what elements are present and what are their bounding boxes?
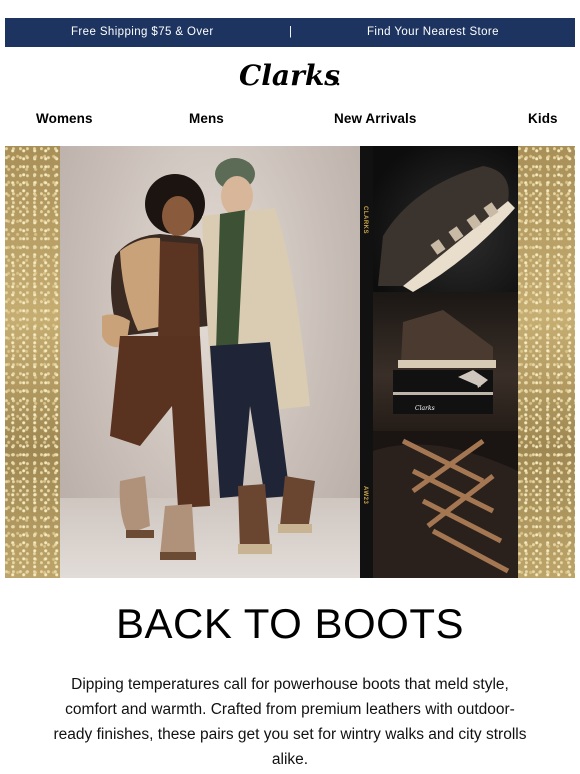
- couple-illustration: [102, 158, 315, 560]
- find-store-link[interactable]: Find Your Nearest Store: [367, 26, 499, 38]
- free-shipping-link[interactable]: Free Shipping $75 & Over: [71, 26, 214, 38]
- strip-season-label: AW23: [362, 486, 368, 505]
- nav-womens[interactable]: Womens: [36, 111, 93, 126]
- svg-text:Clarks: Clarks: [415, 405, 435, 412]
- main-nav: Womens Mens New Arrivals Kids: [0, 111, 580, 129]
- hero-couple-photo: [60, 146, 360, 578]
- boot-on-giftbox: Clarks: [373, 292, 518, 431]
- nav-mens[interactable]: Mens: [189, 111, 224, 126]
- boot-laces-closeup: [373, 431, 518, 578]
- boot-sole-closeup: [373, 146, 518, 292]
- gold-glitter-right: [518, 146, 575, 578]
- promo-bar-divider: |: [289, 26, 293, 38]
- section-body-text: Dipping temperatures call for powerhouse…: [53, 676, 527, 768]
- hero-banner[interactable]: CLARKS AW23 Clarks: [5, 146, 575, 578]
- svg-text:Clarks: Clarks: [239, 59, 340, 92]
- gold-glitter-left: [5, 146, 60, 578]
- nav-kids[interactable]: Kids: [528, 111, 558, 126]
- section-headline: BACK TO BOOTS: [115, 600, 465, 647]
- strip-brand-label: CLARKS: [362, 206, 368, 234]
- promo-bar: Free Shipping $75 & Over | Find Your Nea…: [5, 18, 575, 47]
- brand-logo[interactable]: Clarks: [0, 58, 580, 92]
- clarks-logo-icon: Clarks: [239, 59, 340, 92]
- nav-new-arrivals[interactable]: New Arrivals: [334, 111, 417, 126]
